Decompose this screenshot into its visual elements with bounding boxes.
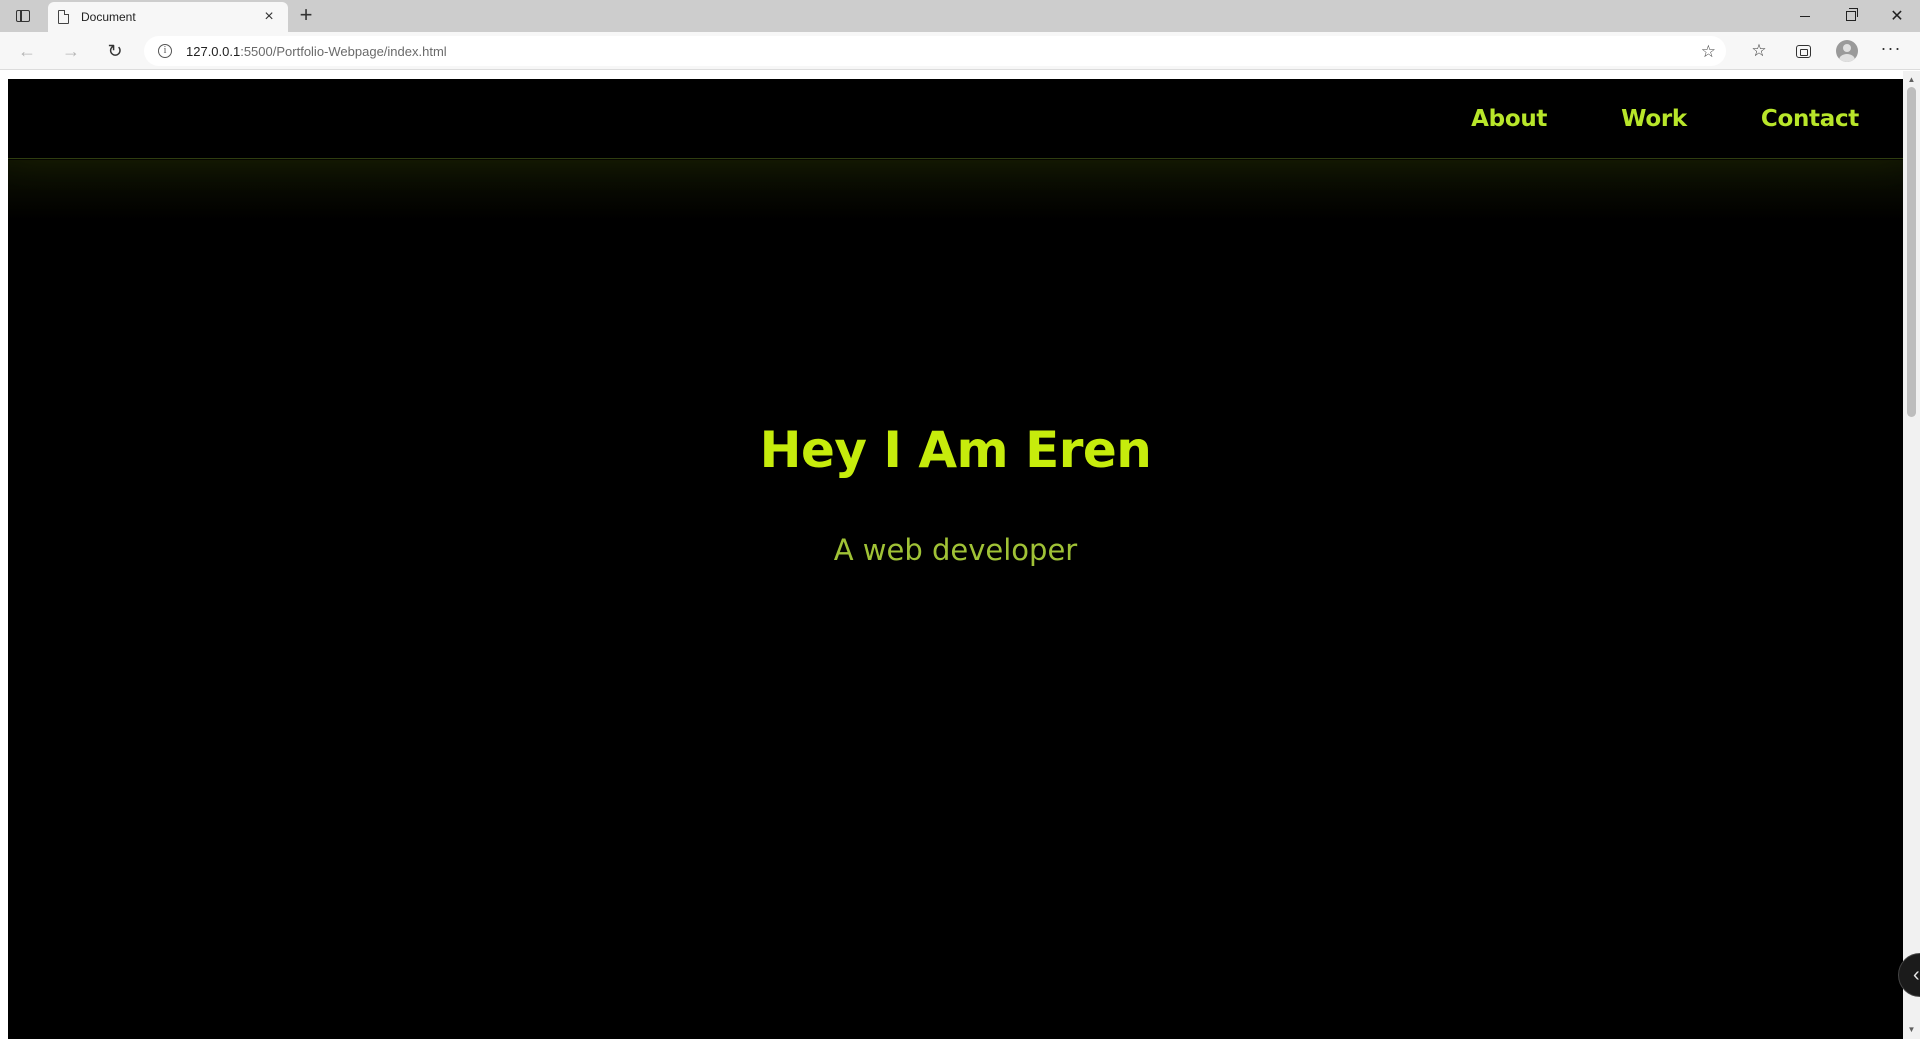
tab-actions-icon (16, 10, 30, 22)
close-window-button[interactable]: ✕ (1874, 0, 1920, 32)
tab-close-button[interactable]: × (260, 8, 278, 26)
url-host: 127.0.0.1 (186, 43, 241, 59)
more-button[interactable]: ··· (1876, 37, 1906, 65)
profile-avatar-icon (1836, 40, 1858, 62)
refresh-button[interactable]: ↻ (100, 37, 130, 65)
close-icon: ✕ (1890, 8, 1904, 25)
page-scrollbar[interactable]: ▲ ▼ (1903, 71, 1920, 1039)
scroll-up-arrow[interactable]: ▲ (1903, 73, 1920, 87)
profile-button[interactable] (1832, 37, 1862, 65)
browser-tab[interactable]: Document × (48, 2, 288, 32)
favorites-icon: ☆ (1751, 41, 1767, 60)
hero-subtitle: A web developer (833, 533, 1078, 567)
toolbar-actions: ☆ ··· (1744, 37, 1906, 65)
page-icon (58, 10, 69, 24)
star-add-icon[interactable]: ☆ (1701, 42, 1716, 62)
tab-strip: Document × + ✕ (0, 0, 1920, 32)
nav-link-work[interactable]: Work (1621, 106, 1687, 132)
portfolio-page: About Work Contact Hey I Am Eren A web d… (8, 79, 1903, 1039)
favorites-button[interactable]: ☆ (1744, 37, 1774, 65)
restore-button[interactable] (1828, 0, 1874, 32)
collections-icon (1795, 44, 1811, 58)
window-controls: ✕ (1782, 0, 1920, 32)
back-button[interactable]: ← (12, 37, 42, 65)
collections-button[interactable] (1788, 37, 1818, 65)
more-icon: ··· (1880, 38, 1902, 58)
tab-actions-button[interactable] (10, 6, 36, 26)
address-bar[interactable]: i 127.0.0.1:5500/Portfolio-Webpage/index… (144, 36, 1726, 66)
scroll-thumb[interactable] (1907, 87, 1916, 417)
tab-title: Document (81, 10, 136, 24)
browser-toolbar: ← → ↻ i 127.0.0.1:5500/Portfolio-Webpage… (0, 32, 1920, 70)
minimize-button[interactable] (1782, 0, 1828, 32)
nav-link-about[interactable]: About (1471, 106, 1547, 132)
chevron-left-icon: ‹ (1913, 964, 1920, 986)
nav-link-contact[interactable]: Contact (1761, 106, 1859, 132)
scroll-down-arrow[interactable]: ▼ (1903, 1023, 1920, 1037)
nav-links: About Work Contact (1471, 79, 1859, 159)
forward-button[interactable]: → (56, 37, 86, 65)
new-tab-button[interactable]: + (294, 4, 318, 28)
info-icon[interactable]: i (158, 44, 172, 58)
url-path: :5500/Portfolio-Webpage/index.html (240, 43, 447, 59)
hero-title: Hey I Am Eren (759, 421, 1152, 479)
minimize-icon (1800, 15, 1810, 17)
page-viewport: About Work Contact Hey I Am Eren A web d… (0, 71, 1920, 1039)
site-navbar: About Work Contact (8, 79, 1903, 220)
restore-icon (1846, 8, 1858, 21)
